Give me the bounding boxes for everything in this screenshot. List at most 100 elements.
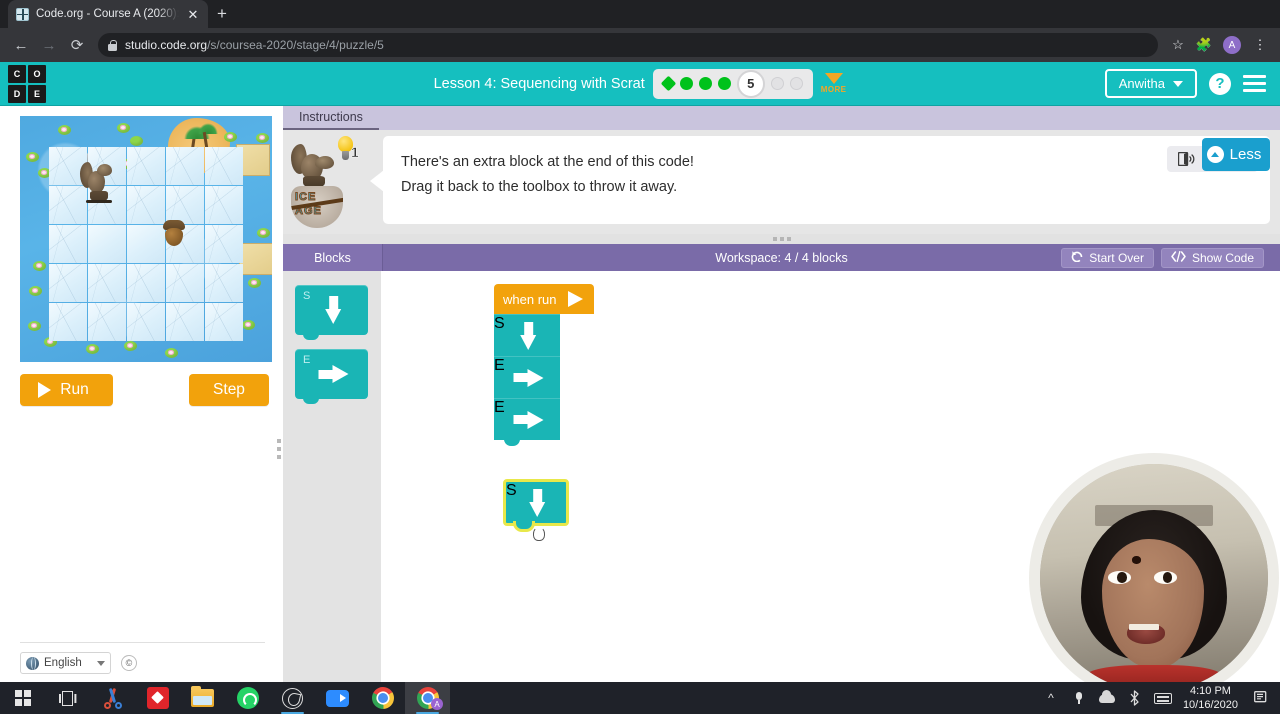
taskbar-clock[interactable]: 4:10 PM 10/16/2020	[1177, 684, 1248, 712]
chrome-icon[interactable]	[360, 682, 405, 714]
progress-bubbles[interactable]: 5	[652, 68, 813, 99]
triangle-down-icon	[824, 73, 843, 84]
instructions-body: 1 ICE AGE There's an extra block at the e…	[283, 130, 1280, 234]
progress-bubble-2[interactable]	[679, 77, 693, 90]
start-over-button[interactable]: Start Over	[1061, 247, 1154, 268]
program-block-label: S	[494, 315, 505, 332]
zoom-icon[interactable]	[315, 682, 360, 714]
dragged-block-move-south[interactable]: S	[503, 479, 569, 532]
tab-instructions[interactable]: Instructions	[283, 106, 379, 130]
webcam-bindi	[1132, 556, 1141, 564]
horizontal-splitter-handle[interactable]	[283, 234, 1280, 244]
workspace-toolbar: Blocks Workspace: 4 / 4 blocks Start Ove…	[283, 244, 1280, 271]
system-tray: ^ 4:10 PM 10/16/2020	[1037, 682, 1280, 714]
lilypad-decoration	[242, 320, 255, 330]
show-code-button[interactable]: Show Code	[1160, 247, 1264, 268]
user-menu-button[interactable]: Anwitha	[1104, 69, 1197, 98]
bluetooth-icon[interactable]	[1121, 682, 1149, 714]
program-block-move-south[interactable]: S	[494, 314, 560, 356]
task-view-icon[interactable]	[45, 682, 90, 714]
arrow-right-icon	[318, 365, 348, 383]
scrat-head	[97, 164, 112, 176]
lilypad-decoration	[256, 133, 269, 143]
step-button[interactable]: Step	[189, 374, 269, 406]
less-button[interactable]: Less	[1202, 138, 1270, 171]
progress-bubble-7[interactable]	[789, 77, 803, 90]
lightbulb-icon: 1	[335, 136, 359, 166]
plus-icon[interactable]: +	[208, 0, 236, 27]
tab-title: Code.org - Course A (2020): Sequ	[36, 8, 179, 20]
windows-start-icon[interactable]	[0, 682, 45, 714]
grid-cell	[127, 147, 165, 185]
fan-app-icon[interactable]	[270, 682, 315, 714]
whatsapp-icon[interactable]	[225, 682, 270, 714]
grid-cell	[49, 264, 87, 302]
address-bar[interactable]: studio.code.org/s/coursea-2020/stage/4/p…	[98, 33, 1158, 57]
acorn-goal	[163, 220, 185, 246]
forward-arrow-icon[interactable]: →	[36, 32, 62, 58]
puzzle-piece-icon[interactable]: 🧩	[1192, 33, 1216, 57]
program-block-label: E	[494, 399, 505, 416]
grid-cell	[166, 147, 204, 185]
sign-language-icon[interactable]	[1178, 152, 1195, 166]
keyboard-icon[interactable]	[1149, 682, 1177, 714]
microphone-icon[interactable]	[1065, 682, 1093, 714]
program-block-move-east[interactable]: E	[494, 398, 560, 446]
chevron-up-icon[interactable]: ^	[1037, 682, 1065, 714]
red-diamond-app-icon[interactable]	[135, 682, 180, 714]
toolbox-block-label: E	[303, 354, 311, 366]
run-button[interactable]: Run	[20, 374, 113, 406]
reload-icon[interactable]: ⟳	[64, 32, 90, 58]
run-label: Run	[60, 381, 89, 398]
star-icon[interactable]: ☆	[1166, 33, 1190, 57]
back-arrow-icon[interactable]: ←	[8, 32, 34, 58]
webcam-overlay[interactable]	[1040, 464, 1268, 692]
lilypad-decoration	[257, 228, 270, 238]
grid-cell	[127, 303, 165, 341]
progress-bubble-6[interactable]	[770, 77, 784, 90]
chevron-up-circle-icon	[1206, 146, 1224, 163]
code-brackets-icon	[1171, 250, 1186, 265]
file-explorer-icon[interactable]	[180, 682, 225, 714]
snipping-tool-icon[interactable]	[90, 682, 135, 714]
vertical-splitter-handle[interactable]	[275, 106, 283, 682]
clock-date: 10/16/2020	[1182, 699, 1238, 711]
profile-avatar[interactable]: A	[1223, 36, 1241, 54]
question-mark-icon[interactable]: ?	[1209, 72, 1231, 95]
progress-bubble-current[interactable]: 5	[736, 69, 765, 98]
grid-cell	[49, 225, 87, 263]
toolbox-block-move-south[interactable]: S	[295, 285, 368, 340]
program-stack[interactable]: when run S E E	[494, 284, 594, 446]
lilypad-decoration	[29, 286, 42, 296]
toolbox-block-move-east[interactable]: E	[295, 349, 368, 404]
url-path: /s/coursea-2020/stage/4/puzzle/5	[207, 38, 384, 52]
blocks-toolbox[interactable]: S E	[283, 271, 381, 682]
close-icon[interactable]: ✕	[186, 8, 200, 21]
more-button[interactable]: MORE	[821, 73, 847, 94]
game-canvas[interactable]	[20, 116, 272, 362]
hamburger-menu-icon[interactable]	[1243, 75, 1266, 92]
when-run-block[interactable]: when run	[494, 284, 594, 319]
codeorg-logo[interactable]: C O D E	[8, 64, 46, 103]
language-select[interactable]: English	[20, 652, 111, 674]
chrome-profile-a-icon[interactable]: A	[405, 682, 450, 714]
progress-bubble-1[interactable]	[660, 75, 677, 92]
webcam-eye-right	[1154, 571, 1177, 584]
three-dot-menu-icon[interactable]: ⋮	[1248, 33, 1272, 57]
program-block-move-east[interactable]: E	[494, 356, 560, 398]
progress-bubble-3[interactable]	[698, 77, 712, 90]
when-run-label: when run	[503, 291, 557, 307]
lesson-title: Lesson 4: Sequencing with Scrat	[433, 75, 645, 92]
blocks-tab[interactable]: Blocks	[283, 244, 383, 271]
less-label: Less	[1229, 146, 1262, 163]
lilypad-decoration	[28, 321, 41, 331]
notification-icon[interactable]	[1248, 682, 1274, 714]
copyright-badge[interactable]: ©	[121, 655, 137, 671]
grid-cell	[166, 303, 204, 341]
chevron-down-icon	[97, 660, 105, 666]
game-wrapper	[0, 106, 275, 362]
browser-tab[interactable]: Code.org - Course A (2020): Sequ ✕	[8, 0, 208, 28]
cloud-icon[interactable]	[1093, 682, 1121, 714]
progress-bubble-4[interactable]	[717, 77, 731, 90]
header-right: Anwitha ?	[1104, 69, 1280, 98]
